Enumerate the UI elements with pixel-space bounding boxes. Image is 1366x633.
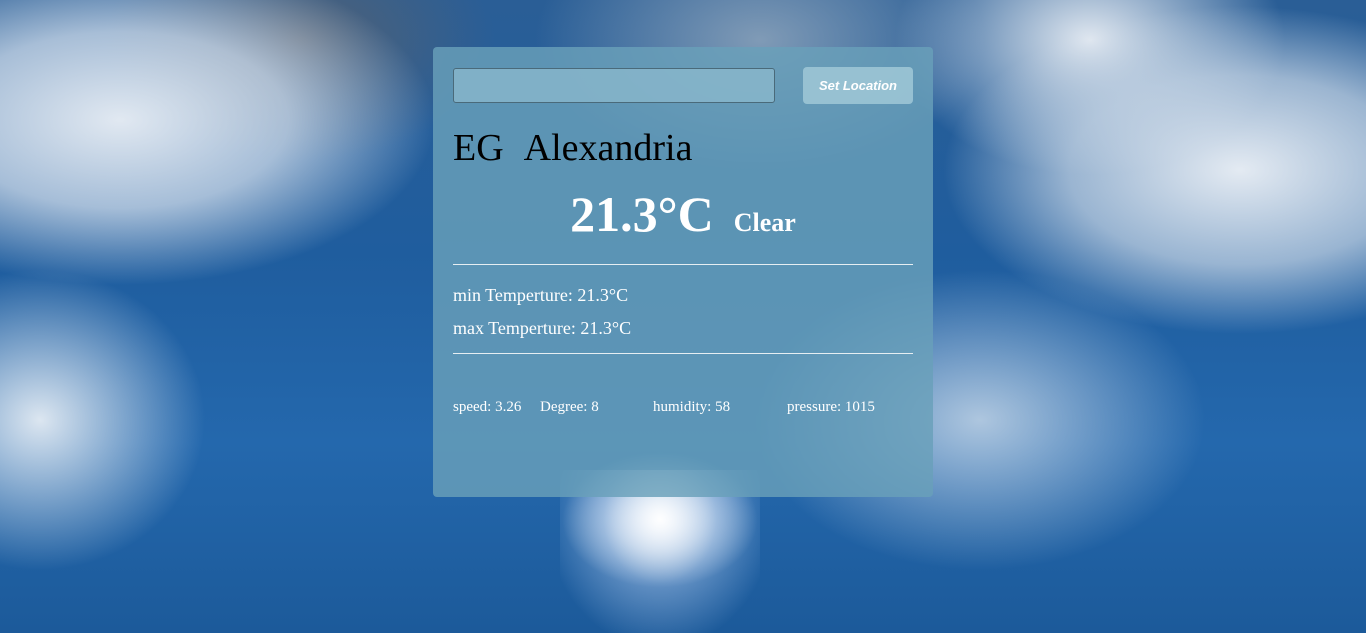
location-title: EG Alexandria — [453, 128, 913, 168]
min-temperature-label: min Temperture: — [453, 285, 578, 305]
set-location-button[interactable]: Set Location — [803, 67, 913, 104]
current-weather: 21.3°C Clear — [453, 186, 913, 256]
min-temperature-value: 21.3°C — [577, 285, 629, 305]
pressure: pressure: 1015 — [787, 399, 875, 415]
wind-degree: Degree: 8 — [540, 399, 599, 415]
humidity: humidity: 58 — [653, 399, 731, 415]
max-temperature-row: max Temperture: 21.3°C — [453, 312, 913, 345]
max-temperature-value: 21.3°C — [580, 318, 632, 338]
location-input[interactable] — [453, 68, 775, 103]
weather-condition: Clear — [733, 208, 796, 237]
search-row: Set Location — [453, 67, 913, 104]
min-temperature-row: min Temperture: 21.3°C — [453, 279, 913, 312]
current-temperature: 21.3°C — [570, 186, 714, 242]
weather-stats: speed: 3.26 Degree: 8 humidity: 58 press… — [453, 399, 913, 419]
weather-card: Set Location EG Alexandria 21.3°C Clear m… — [433, 47, 933, 497]
temperature-range: min Temperture: 21.3°C max Temperture: 2… — [453, 265, 913, 345]
city-name: Alexandria — [523, 127, 693, 169]
max-temperature-label: max Temperture: — [453, 318, 581, 338]
divider — [453, 353, 913, 354]
country-code: EG — [453, 127, 504, 169]
wind-speed: speed: 3.26 — [453, 399, 522, 415]
